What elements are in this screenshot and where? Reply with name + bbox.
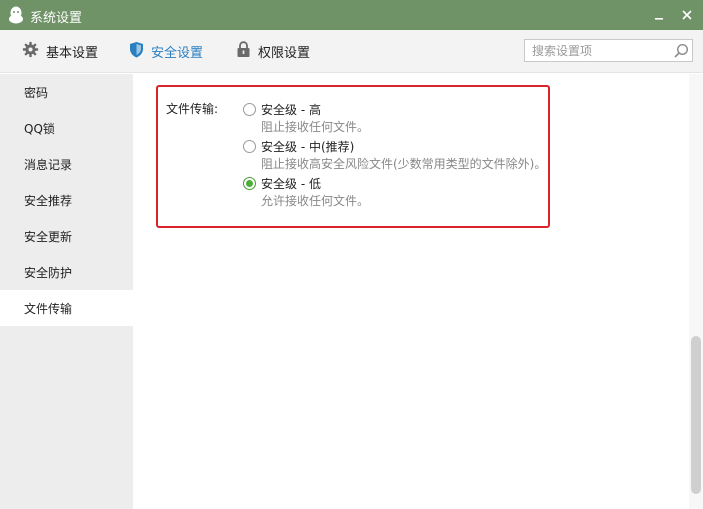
search-box [524,39,693,62]
title-bar: 系统设置 [0,0,703,30]
close-button[interactable] [676,4,698,26]
option-label[interactable]: 安全级 - 中(推荐) [261,138,354,155]
scrollbar-thumb[interactable] [691,336,701,494]
minimize-icon [655,18,663,20]
option-description: 阻止接收任何文件。 [261,120,370,134]
file-transfer-label: 文件传输: [166,102,219,116]
tab-security-settings[interactable]: 安全设置 [129,30,203,73]
qq-penguin-icon [8,6,24,24]
sidebar-item-security-update[interactable]: 安全更新 [0,218,133,254]
lock-icon [236,41,258,62]
tab-permission-settings[interactable]: 权限设置 [236,30,310,73]
close-icon [682,10,692,20]
radio-security-medium[interactable] [243,140,256,153]
sidebar-item-security-protection[interactable]: 安全防护 [0,254,133,290]
option-description: 允许接收任何文件。 [261,194,370,208]
tab-label: 安全设置 [151,46,204,61]
option-label[interactable]: 安全级 - 低 [261,175,321,192]
radio-security-low[interactable] [243,177,256,190]
window-title: 系统设置 [30,11,83,26]
option-description: 阻止接收高安全风险文件(少数常用类型的文件除外)。 [261,157,547,171]
search-icon[interactable] [673,43,689,62]
sidebar: 密码 QQ锁 消息记录 安全推荐 安全更新 安全防护 文件传输 [0,74,133,509]
sidebar-item-file-transfer[interactable]: 文件传输 [0,290,133,326]
tab-label: 基本设置 [46,46,99,61]
settings-panel: 文件传输: 安全级 - 高 阻止接收任何文件。 安全级 - 中(推荐) 阻止接收… [133,74,703,509]
shield-icon [129,41,151,62]
minimize-button[interactable] [648,4,670,26]
sidebar-item-message-history[interactable]: 消息记录 [0,146,133,182]
search-input[interactable] [525,40,665,61]
tab-label: 权限设置 [258,46,311,61]
tab-basic-settings[interactable]: 基本设置 [22,30,98,73]
option-label[interactable]: 安全级 - 高 [261,101,321,118]
sidebar-item-password[interactable]: 密码 [0,74,133,110]
scrollbar-track[interactable] [689,74,703,509]
sidebar-item-qq-lock[interactable]: QQ锁 [0,110,133,146]
radio-security-high[interactable] [243,103,256,116]
sidebar-item-security-recommend[interactable]: 安全推荐 [0,182,133,218]
gear-icon [22,41,46,62]
